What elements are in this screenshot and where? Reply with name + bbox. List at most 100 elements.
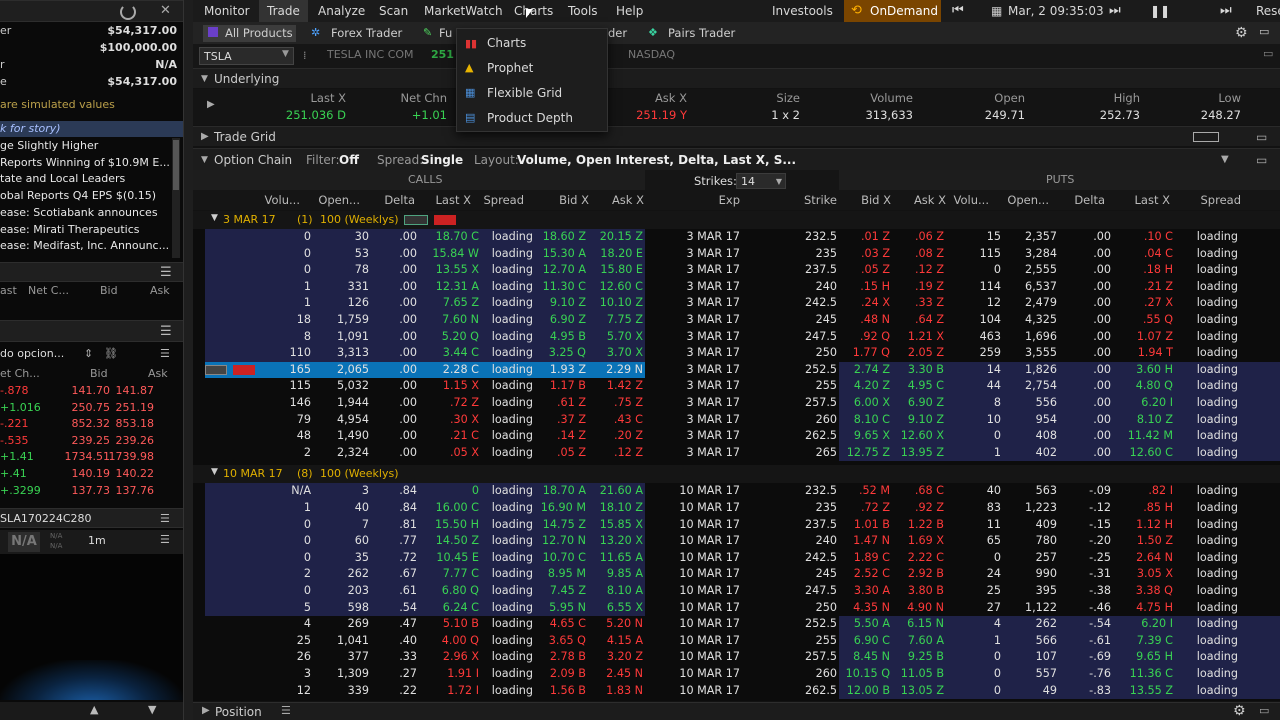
put-bid[interactable]: 6.90 C — [854, 633, 890, 650]
table-row[interactable]: 0 60 .77 14.50 Z loading 12.70 N 13.20 X 240 1.4… — [193, 533, 1280, 550]
menu-trade[interactable]: Trade — [259, 0, 308, 22]
put-ask[interactable]: 9.25 B — [908, 649, 944, 666]
news-item[interactable]: ease: Mirati Therapeutics Rep... — [0, 222, 170, 239]
put-ask[interactable]: 13.05 Z — [901, 683, 944, 700]
column-header[interactable]: Ask X — [914, 191, 946, 209]
put-ask[interactable]: 2.05 Z — [908, 345, 944, 362]
call-bid[interactable]: 12.70 A — [543, 262, 586, 279]
rewind-icon[interactable]: ⏮ — [952, 0, 964, 22]
link-icon[interactable]: ⛓ — [104, 345, 118, 363]
put-bid[interactable]: 1.47 N — [853, 533, 890, 550]
call-bid[interactable]: 6.90 Z — [550, 312, 586, 329]
call-bid[interactable]: 15.30 A — [543, 246, 586, 263]
call-ask[interactable]: 5.20 N — [606, 616, 643, 633]
put-ask[interactable]: 1.22 B — [908, 517, 944, 534]
call-bid[interactable]: .37 Z — [557, 412, 586, 429]
quote-list-selector[interactable]: do opcion... ⇕ ⛓ ☰ — [0, 345, 183, 363]
quote-row[interactable]: -.535 239.25 239.26 — [0, 433, 170, 449]
put-ask[interactable]: 9.10 Z — [908, 412, 944, 429]
table-row[interactable]: 110 3,313 .00 3.44 C loading 3.25 Q 3.70 X 250 1… — [193, 345, 1280, 362]
window-icon[interactable]: ▭ — [1259, 704, 1269, 717]
layout-value[interactable]: Volume, Open Interest, Delta, Last X, S.… — [517, 149, 796, 171]
column-header[interactable]: Delta — [384, 191, 415, 209]
gear-icon[interactable]: ⚙ — [1233, 703, 1246, 719]
put-bid[interactable]: 10.15 Q — [846, 666, 890, 683]
call-bid[interactable]: .05 Z — [557, 445, 586, 462]
call-ask[interactable]: 8.10 A — [607, 583, 643, 600]
put-bid[interactable]: 8.10 C — [854, 412, 890, 429]
table-row[interactable]: 8 1,091 .00 5.20 Q loading 4.95 B 5.70 X 247.5.… — [193, 328, 1280, 346]
menu-marketwatch[interactable]: MarketWatch — [424, 0, 503, 22]
table-row[interactable]: 2 2,324 .00 .05 X loading .05 Z .12 Z 265 12.75 … — [193, 444, 1280, 462]
call-ask[interactable]: .20 Z — [614, 428, 643, 445]
table-row[interactable]: 165 2,065 .00 2.28 C loading 1.93 Z 2.29 N 252.… — [193, 361, 1280, 379]
menu-icon[interactable]: ☰ — [160, 345, 170, 363]
call-bid[interactable]: 10.70 C — [543, 550, 586, 567]
call-ask[interactable]: 3.70 X — [607, 345, 643, 362]
dropdown-item-flexible-grid[interactable]: Flexible Grid — [457, 81, 607, 106]
put-ask[interactable]: 11.05 B — [901, 666, 944, 683]
put-ask[interactable]: .06 Z — [915, 229, 944, 246]
put-ask[interactable]: .33 Z — [915, 295, 944, 312]
menu-help[interactable]: Help — [616, 0, 643, 22]
chart-period[interactable]: 1m — [88, 534, 106, 547]
scrollbar[interactable] — [172, 138, 180, 258]
put-bid[interactable]: 8.45 N — [853, 649, 890, 666]
call-bid[interactable]: 1.56 B — [550, 683, 586, 700]
news-header[interactable]: k for story) — [0, 121, 183, 137]
table-row[interactable]: 79 4,954 .00 .30 X loading .37 Z .43 C 260 8.10 … — [193, 411, 1280, 429]
put-bid[interactable]: 12.00 B — [847, 683, 890, 700]
put-bid[interactable]: 12.75 Z — [847, 445, 890, 462]
underlying-col-header[interactable]: Last X — [311, 91, 347, 105]
put-ask[interactable]: 12.60 X — [901, 428, 944, 445]
put-bid[interactable]: .92 Q — [860, 329, 890, 346]
quote-row[interactable]: +.41 140.19 140.22 — [0, 466, 170, 482]
column-header[interactable]: Open... — [318, 191, 360, 209]
put-ask[interactable]: 1.21 X — [908, 329, 944, 346]
scroll-up-icon[interactable]: ▲ — [90, 703, 98, 716]
menu-icon[interactable]: ☰ — [160, 324, 172, 339]
refresh-icon[interactable] — [120, 4, 136, 20]
filter-value[interactable]: Off — [339, 149, 359, 171]
call-bid[interactable]: 9.10 Z — [550, 295, 586, 312]
call-bid[interactable]: 2.09 B — [550, 666, 586, 683]
sell-badge[interactable] — [233, 364, 255, 375]
put-ask[interactable]: 2.92 B — [908, 566, 944, 583]
put-ask[interactable]: .68 C — [915, 483, 944, 500]
call-ask[interactable]: 2.29 N — [606, 362, 643, 379]
news-item[interactable]: ease: Scotiabank announces ... — [0, 205, 170, 222]
put-ask[interactable]: .64 Z — [915, 312, 944, 329]
call-ask[interactable]: 15.80 E — [600, 262, 643, 279]
underlying-col-header[interactable]: Ask X — [655, 91, 687, 105]
underlying-col-header[interactable]: Low — [1218, 91, 1241, 105]
panel-divider[interactable] — [183, 0, 193, 720]
put-ask[interactable]: .92 Z — [915, 500, 944, 517]
put-bid[interactable]: .24 X — [861, 295, 890, 312]
dropdown-item-prophet[interactable]: Prophet — [457, 56, 607, 81]
call-ask[interactable]: 13.20 X — [600, 533, 643, 550]
menu-tools[interactable]: Tools — [568, 0, 598, 22]
tab-forex-trader[interactable]: Forex Trader — [311, 25, 402, 42]
call-ask[interactable]: 3.20 Z — [607, 649, 643, 666]
calendar-icon[interactable]: ▦ — [991, 0, 1002, 22]
put-ask[interactable]: .19 Z — [915, 279, 944, 296]
call-ask[interactable]: .12 Z — [614, 445, 643, 462]
column-header[interactable]: Spread — [484, 191, 525, 209]
call-bid[interactable]: 14.75 Z — [543, 517, 586, 534]
call-ask[interactable]: 10.10 Z — [600, 295, 643, 312]
call-bid[interactable]: 12.70 N — [542, 533, 586, 550]
call-ask[interactable]: 11.65 A — [600, 550, 643, 567]
call-ask[interactable]: 4.15 A — [607, 633, 643, 650]
put-bid[interactable]: .52 M — [859, 483, 890, 500]
filter-icon[interactable]: ☰ — [281, 704, 291, 717]
put-ask[interactable]: 4.95 C — [908, 378, 944, 395]
col-net-change[interactable]: Net C... — [28, 282, 69, 300]
put-ask[interactable]: .12 Z — [915, 262, 944, 279]
play-icon[interactable]: ⏭ — [1220, 0, 1232, 22]
table-row[interactable]: 0 203 .61 6.80 Q loading 7.45 Z 8.10 A 247.5 3.3… — [193, 583, 1280, 600]
quote-row[interactable]: +1.41 1734.51 1739.98 — [0, 449, 170, 465]
put-bid[interactable]: 3.30 A — [854, 583, 890, 600]
table-row[interactable]: 2 262 .67 7.77 C loading 8.95 M 9.85 A 245 2.52 … — [193, 566, 1280, 583]
col-last[interactable]: ast — [0, 282, 17, 300]
table-row[interactable]: 0 35 .72 10.45 E loading 10.70 C 11.65 A 242.5 1… — [193, 549, 1280, 567]
